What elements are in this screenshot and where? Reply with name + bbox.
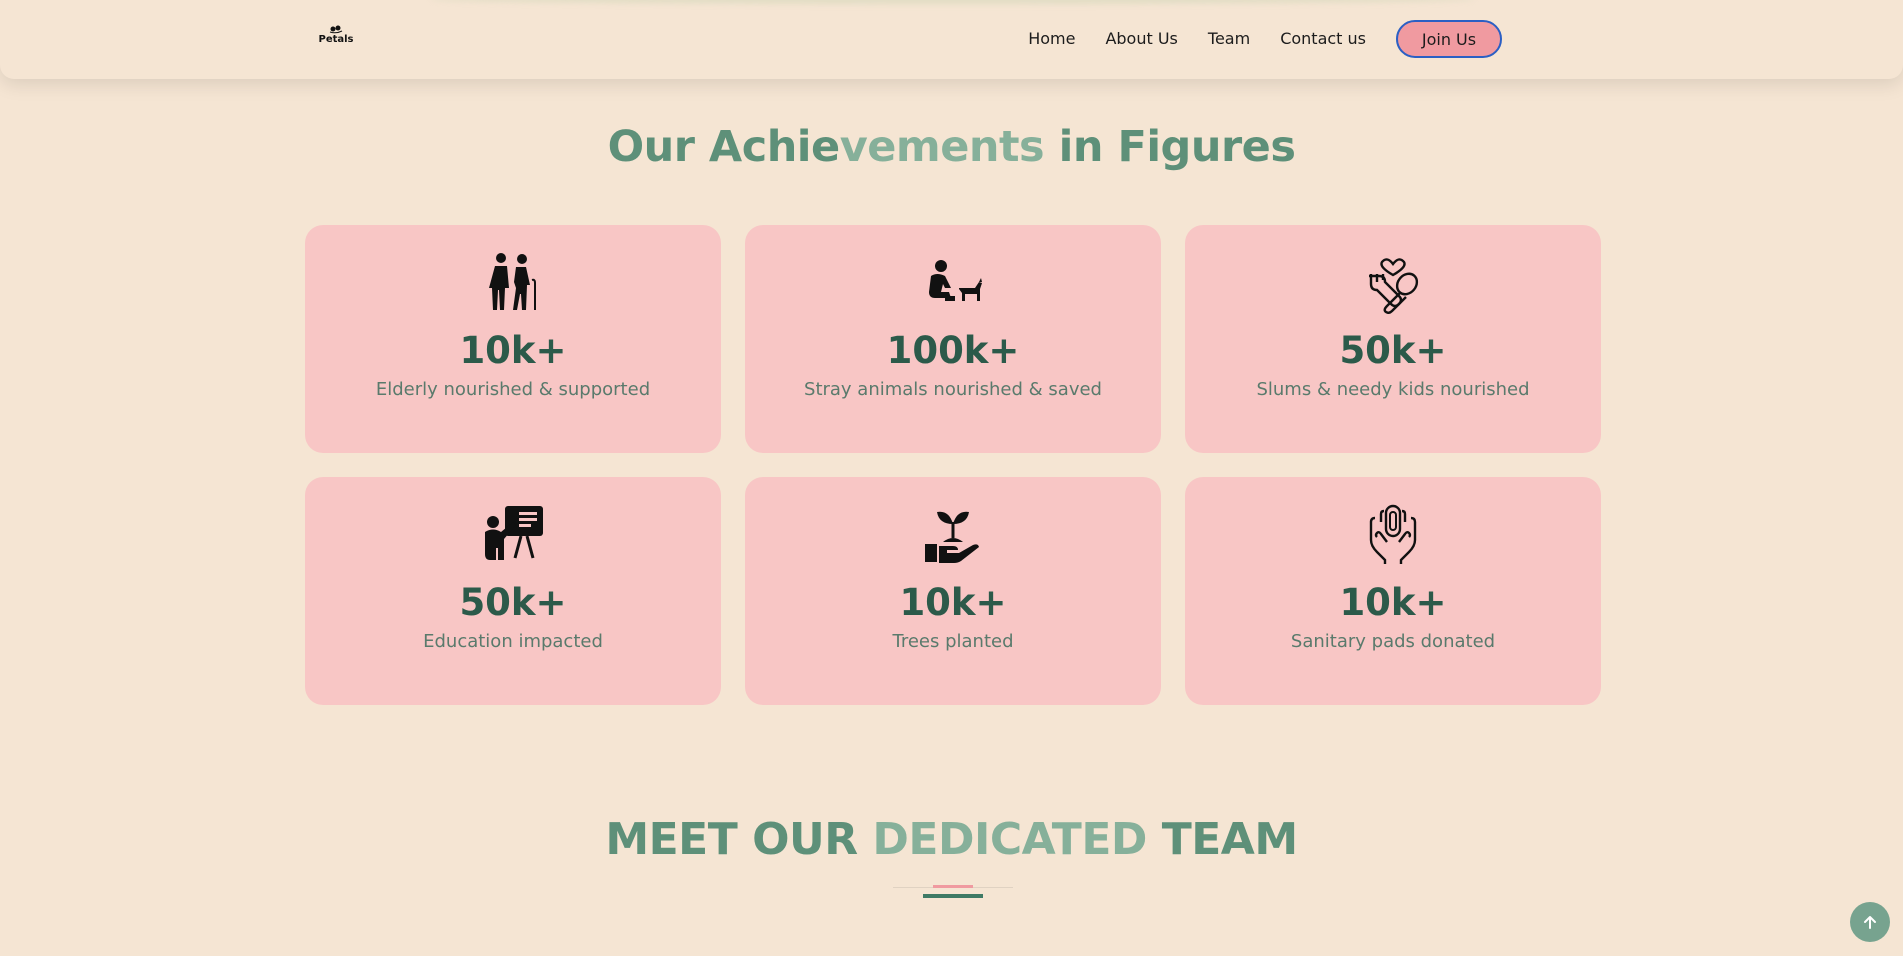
team-title-part3: TEAM <box>1161 814 1298 865</box>
achievements-title-part2: vements <box>839 122 1059 172</box>
petals-logo-icon <box>329 25 343 34</box>
logo[interactable]: Petals <box>314 24 358 52</box>
card-label: Slums & needy kids nourished <box>1256 379 1530 400</box>
card-label: Elderly nourished & supported <box>375 379 651 400</box>
card-value: 100k+ <box>886 329 1020 372</box>
card-label: Stray animals nourished & saved <box>804 379 1102 400</box>
nav-team[interactable]: Team <box>1208 20 1250 58</box>
scroll-to-top-button[interactable] <box>1850 902 1890 942</box>
card-value: 10k+ <box>459 329 567 372</box>
title-divider-accent <box>933 885 973 888</box>
card-value: 50k+ <box>1339 329 1447 372</box>
teacher-board-icon <box>485 506 543 560</box>
elderly-couple-icon <box>489 253 536 310</box>
achievements-grid: 10k+ Elderly nourished & supported 100k+… <box>305 225 1601 705</box>
achievement-card: 10k+ Elderly nourished & supported <box>305 225 721 453</box>
site-header: Petals Home About Us Team Contact us Joi… <box>0 0 1903 79</box>
achievement-card: 50k+ Slums & needy kids nourished <box>1185 225 1601 453</box>
card-value: 50k+ <box>459 581 567 624</box>
nav-contact-us[interactable]: Contact us <box>1280 20 1366 58</box>
achievement-card: 10k+ Sanitary pads donated <box>1185 477 1601 705</box>
achievements-title-part3: in Figures <box>1058 122 1296 172</box>
card-value: 10k+ <box>1339 581 1447 624</box>
team-title-part1: MEET OUR <box>605 814 873 865</box>
team-title-part2: DEDICATED <box>872 814 1162 865</box>
achievements-title: Our Achievements in Figures <box>0 122 1903 172</box>
title-divider-bar <box>923 894 983 898</box>
achievement-card: 50k+ Education impacted <box>305 477 721 705</box>
card-label: Sanitary pads donated <box>1290 631 1496 652</box>
join-us-button[interactable]: Join Us <box>1396 20 1502 58</box>
food-care-icon <box>1369 258 1419 314</box>
card-label: Trees planted <box>892 631 1014 652</box>
card-value: 10k+ <box>899 581 1007 624</box>
achievement-card: 100k+ Stray animals nourished & saved <box>745 225 1161 453</box>
hand-plant-icon <box>925 511 979 563</box>
team-title: MEET OUR DEDICATED TEAM <box>0 814 1903 865</box>
header-glow <box>430 0 1475 4</box>
achievements-title-part1: Our Achie <box>607 122 841 172</box>
person-feeding-dog-icon <box>929 260 982 301</box>
achievement-card: 10k+ Trees planted <box>745 477 1161 705</box>
sanitary-pad-hands-icon <box>1369 504 1417 564</box>
logo-text: Petals <box>318 34 354 45</box>
nav-home[interactable]: Home <box>1028 20 1075 58</box>
card-label: Education impacted <box>423 631 603 652</box>
main-nav: Home About Us Team Contact us Join Us <box>998 20 1502 58</box>
nav-about-us[interactable]: About Us <box>1105 20 1177 58</box>
arrow-up-icon <box>1864 916 1876 929</box>
